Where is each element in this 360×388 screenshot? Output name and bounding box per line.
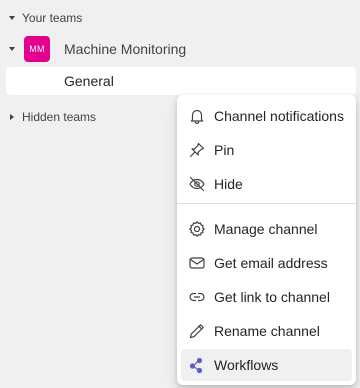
channel-context-menu: Channel notifications Pin Hide Manage ch… <box>177 95 356 385</box>
caret-down-icon <box>6 12 18 24</box>
menu-item-rename-channel[interactable]: Rename channel <box>181 315 352 347</box>
menu-item-get-link-to-channel[interactable]: Get link to channel <box>181 281 352 313</box>
menu-item-label: Get email address <box>214 255 328 271</box>
your-teams-header[interactable]: Your teams <box>6 11 82 25</box>
menu-item-label: Channel notifications <box>214 108 344 124</box>
pin-icon <box>188 141 206 159</box>
menu-item-channel-notifications[interactable]: Channel notifications <box>181 100 352 132</box>
bell-icon <box>188 107 206 125</box>
menu-item-label: Rename channel <box>214 323 320 339</box>
mail-icon <box>188 254 206 272</box>
menu-item-label: Workflows <box>214 357 279 373</box>
caret-down-icon <box>6 43 18 55</box>
pencil-icon <box>188 322 206 340</box>
gear-icon <box>188 220 206 238</box>
menu-item-label: Manage channel <box>214 221 318 237</box>
team-avatar: MM <box>24 36 50 62</box>
menu-item-pin[interactable]: Pin <box>181 134 352 166</box>
menu-item-get-email-address[interactable]: Get email address <box>181 247 352 279</box>
your-teams-label: Your teams <box>22 11 83 25</box>
hidden-teams-header[interactable]: Hidden teams <box>6 110 96 124</box>
caret-right-icon <box>6 111 18 123</box>
channel-item-general[interactable]: General <box>6 67 356 95</box>
menu-item-hide[interactable]: Hide <box>181 168 352 200</box>
team-name: Machine Monitoring <box>64 41 187 57</box>
menu-item-label: Hide <box>214 176 243 192</box>
menu-item-workflows[interactable]: Workflows <box>181 349 352 381</box>
hidden-teams-label: Hidden teams <box>22 110 97 124</box>
team-item-machine-monitoring[interactable]: MM Machine Monitoring <box>6 36 186 62</box>
channel-name: General <box>64 73 114 89</box>
link-icon <box>188 288 206 306</box>
menu-item-manage-channel[interactable]: Manage channel <box>181 213 352 245</box>
workflows-icon <box>188 356 206 374</box>
menu-item-label: Get link to channel <box>214 289 330 305</box>
eye-off-icon <box>188 175 206 193</box>
menu-divider <box>177 203 356 204</box>
menu-item-label: Pin <box>214 142 235 158</box>
